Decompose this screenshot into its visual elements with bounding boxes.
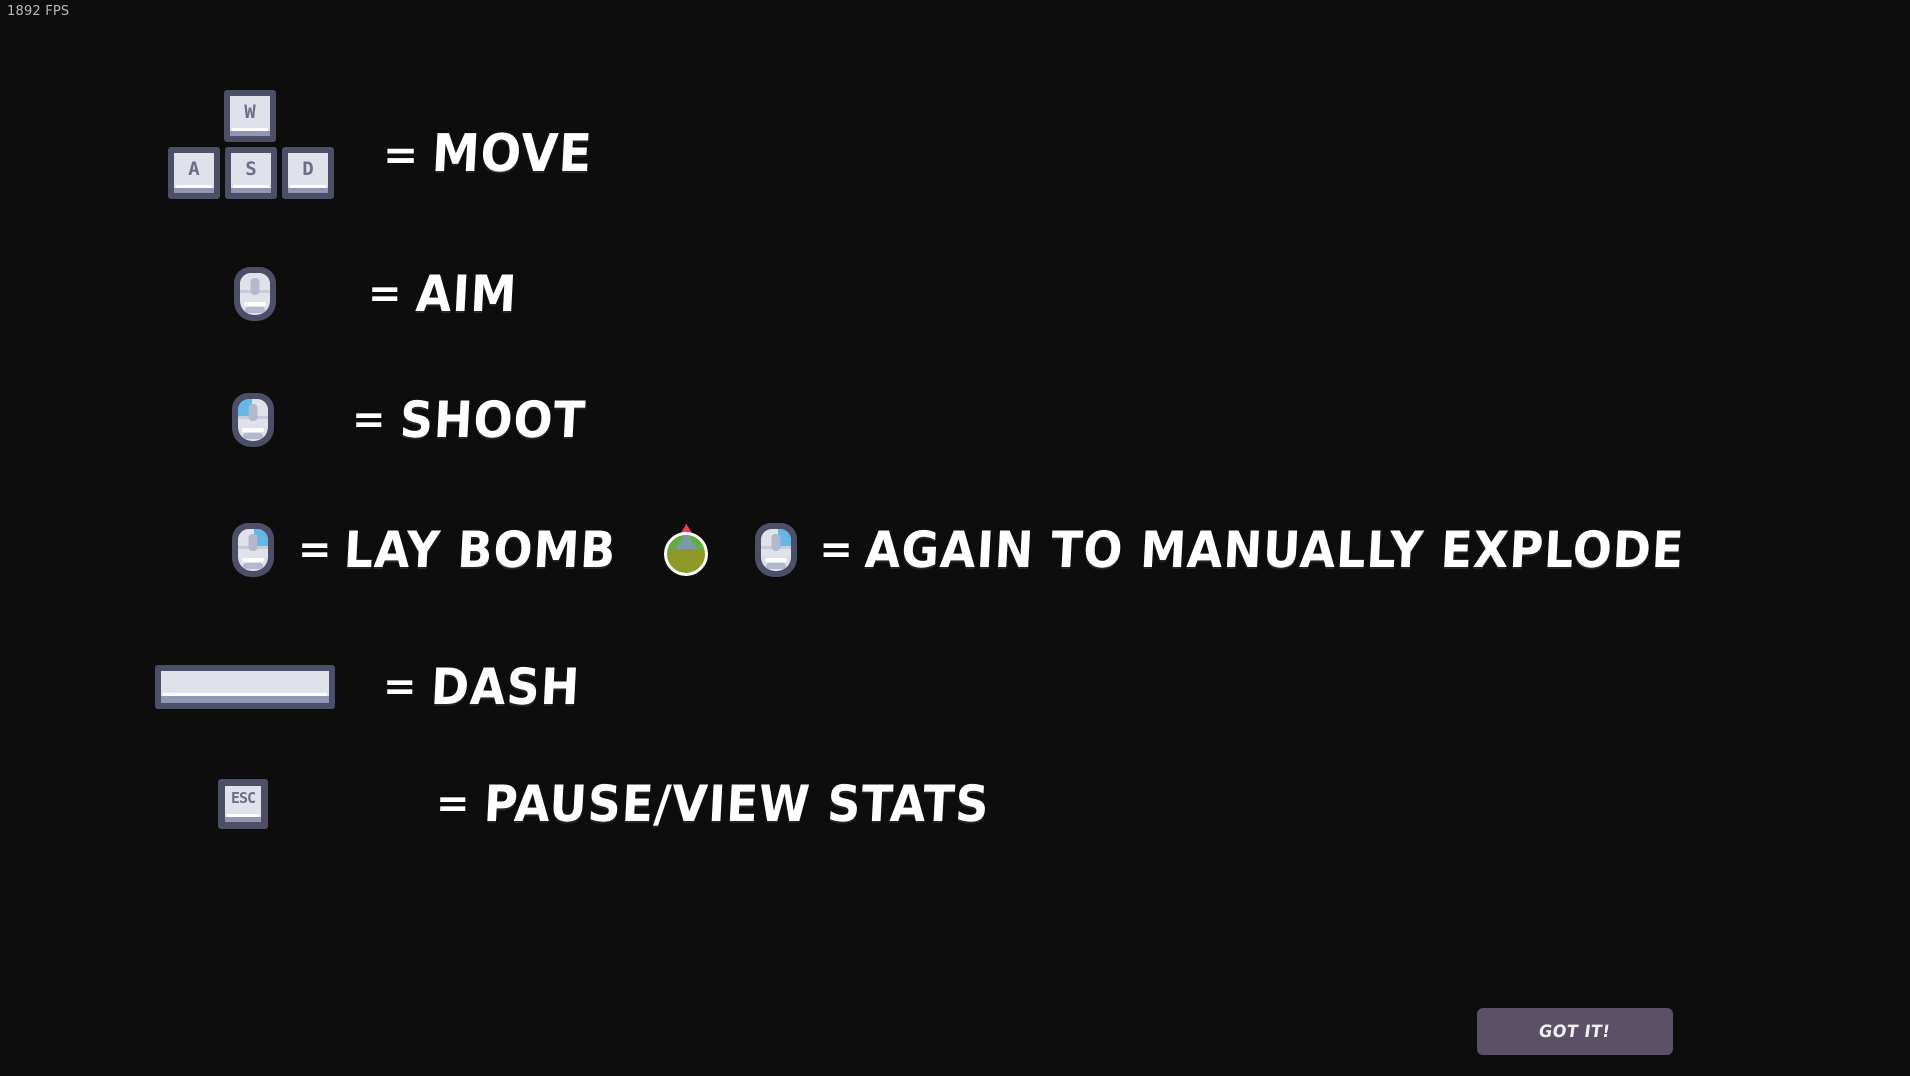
equals-sign-move: = (383, 129, 419, 179)
equals-sign-bomb: = (298, 527, 332, 573)
action-label-shoot: SHOOT (397, 391, 587, 449)
bomb-body (664, 532, 709, 576)
key-esc[interactable]: ESC (218, 779, 268, 829)
mouse-shine (242, 428, 264, 432)
control-row-bomb: = LAY BOMB = AGAIN TO MANUALLY EXPLODE (232, 521, 1755, 579)
got-it-button[interactable]: GOT IT! (1477, 1008, 1673, 1055)
mouse-right-click-icon[interactable] (232, 523, 274, 577)
mouse-icon[interactable] (234, 267, 276, 321)
mouse-body (240, 273, 270, 315)
key-highlight (163, 693, 327, 696)
action-label-aim: AIM (413, 265, 519, 323)
mouse-wheel-icon (248, 534, 258, 551)
action-label-dash: DASH (428, 658, 582, 716)
key-s[interactable]: S (225, 147, 277, 199)
mouse-body (238, 399, 268, 441)
mouse-wheel-icon (771, 534, 781, 551)
equals-sign-dash: = (383, 664, 417, 710)
got-it-button-label: GOT IT! (1537, 1021, 1613, 1042)
control-row-dash: = DASH (155, 658, 593, 716)
key-highlight (227, 814, 259, 817)
tutorial-overlay-screen: 1892 FPS W A S D = MOVE = AIM = SHOOT = … (0, 0, 1910, 1076)
mouse-left-click-icon[interactable] (232, 393, 274, 447)
action-label-pause: PAUSE/VIEW STATS (481, 775, 991, 833)
mouse-right-click-icon-2[interactable] (755, 523, 798, 577)
equals-sign-pause: = (436, 781, 470, 827)
key-w[interactable]: W (224, 90, 276, 142)
spacebar-key[interactable] (155, 665, 335, 709)
key-label: ESC (230, 789, 256, 807)
key-label: A (188, 158, 200, 180)
mouse-shine (242, 558, 264, 562)
mouse-wheel-icon (248, 404, 258, 421)
key-highlight (176, 185, 212, 188)
mouse-base (245, 307, 265, 313)
wasd-key-group: W A S D (168, 90, 334, 200)
key-lip (230, 131, 270, 136)
action-label-explode: AGAIN TO MANUALLY EXPLODE (863, 521, 1686, 579)
key-lip (161, 696, 329, 703)
mouse-wheel-icon (250, 278, 260, 295)
key-highlight (233, 185, 269, 188)
key-a[interactable]: A (168, 147, 220, 199)
equals-sign-shoot: = (352, 397, 386, 443)
key-d[interactable]: D (282, 147, 334, 199)
mouse-base (243, 433, 263, 439)
mouse-base (243, 563, 263, 569)
fps-counter: 1892 FPS (7, 4, 70, 19)
control-row-pause: ESC = PAUSE/VIEW STATS (218, 775, 1033, 833)
key-lip (174, 188, 214, 193)
bomb-icon (663, 524, 709, 576)
key-lip (225, 817, 261, 822)
control-row-move: W A S D = MOVE (168, 90, 607, 200)
key-label: W (244, 101, 256, 123)
key-label: S (245, 158, 257, 180)
mouse-shine (765, 558, 788, 562)
key-highlight (290, 185, 326, 188)
key-lip (231, 188, 271, 193)
mouse-body (761, 529, 792, 571)
mouse-shine (244, 302, 266, 306)
control-row-shoot: = SHOOT (232, 391, 602, 449)
control-row-aim: = AIM (234, 265, 526, 323)
key-lip (288, 188, 328, 193)
action-label-bomb: LAY BOMB (341, 521, 618, 579)
equals-sign-aim: = (368, 271, 402, 317)
equals-sign-explode: = (819, 527, 853, 573)
key-highlight (232, 128, 268, 131)
mouse-base (766, 563, 787, 569)
action-label-move: MOVE (430, 124, 595, 184)
key-label: D (302, 158, 314, 180)
mouse-body (238, 529, 268, 571)
